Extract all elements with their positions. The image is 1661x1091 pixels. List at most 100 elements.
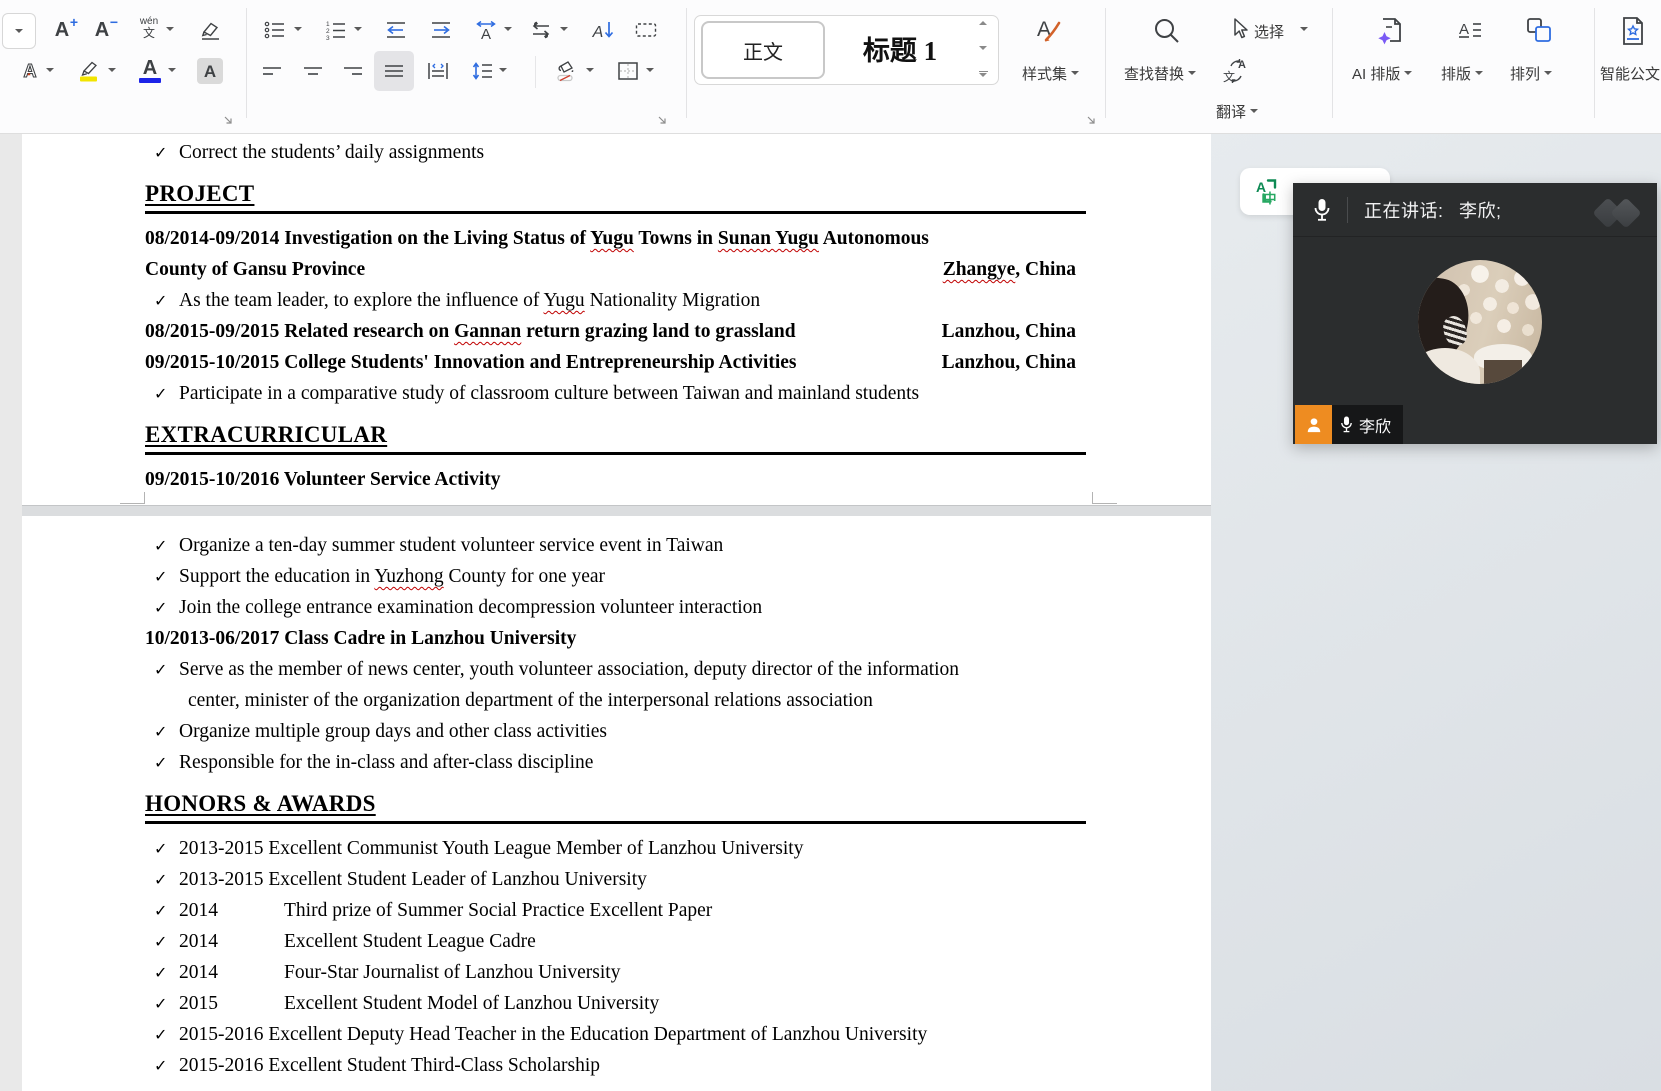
chevron-down-icon[interactable] bbox=[646, 68, 654, 72]
participant-name: 李欣 bbox=[1359, 413, 1391, 437]
smart-doc-icon bbox=[1618, 15, 1648, 47]
svg-text:A: A bbox=[592, 24, 604, 41]
doc-line-text: 08/2015-09/2015 Related research on Gann… bbox=[145, 316, 796, 347]
mini-separator bbox=[535, 56, 536, 88]
style-set-labelrow[interactable]: 样式集 bbox=[1022, 63, 1079, 83]
styles-gallery: 正文 标题 1 bbox=[694, 15, 999, 85]
highlight-color-button[interactable] bbox=[76, 58, 102, 84]
chevron-down-icon[interactable] bbox=[168, 68, 176, 72]
doc-line: ✓Correct the students’ daily assignments bbox=[145, 137, 1086, 168]
distribute-button[interactable] bbox=[425, 58, 451, 84]
scroll-up-icon[interactable] bbox=[979, 21, 987, 25]
clear-formatting-button[interactable] bbox=[197, 17, 223, 43]
justify-button[interactable] bbox=[381, 58, 407, 84]
line-spacing-button[interactable] bbox=[470, 58, 496, 84]
doc-text: 2013-2015 Excellent Student Leader of La… bbox=[179, 869, 647, 890]
translate-labelrow[interactable]: 翻译 bbox=[1216, 101, 1258, 121]
person-icon bbox=[1304, 415, 1324, 435]
chevron-down-icon[interactable] bbox=[354, 27, 362, 31]
doc-text: 08/2015-09/2015 Related research on bbox=[145, 321, 454, 342]
speaker-name: 李欣; bbox=[1459, 201, 1502, 221]
doc-line-text: 08/2014-09/2014 Investigation on the Liv… bbox=[145, 223, 929, 254]
chevron-down-icon[interactable] bbox=[108, 68, 116, 72]
borders-button[interactable] bbox=[615, 58, 641, 84]
arrange-icon bbox=[1523, 15, 1555, 47]
find-replace-labelrow[interactable]: 查找替换 bbox=[1124, 63, 1196, 83]
group-separator bbox=[246, 8, 247, 118]
doc-line: ✓Responsible for the in-class and after-… bbox=[145, 747, 1086, 778]
select-label[interactable]: 选择 bbox=[1254, 21, 1284, 42]
chevron-down-icon[interactable] bbox=[166, 27, 174, 31]
document-page-1[interactable]: ✓Correct the students’ daily assignments… bbox=[22, 133, 1211, 505]
smart-doc-button[interactable] bbox=[1618, 15, 1648, 47]
arrange-labelrow[interactable]: 排列 bbox=[1510, 63, 1552, 83]
align-center-button[interactable] bbox=[300, 58, 326, 84]
doc-line-text: Excellent Student League Cadre bbox=[284, 926, 536, 957]
dialog-launcher-icon[interactable] bbox=[658, 116, 668, 126]
ai-layout-labelrow[interactable]: AI 排版 bbox=[1352, 63, 1412, 83]
chevron-down-icon[interactable] bbox=[504, 27, 512, 31]
chevron-down-icon[interactable] bbox=[294, 27, 302, 31]
scroll-down-icon[interactable] bbox=[979, 46, 987, 50]
more-styles-icon[interactable] bbox=[979, 71, 988, 78]
collapsed-dropdown[interactable] bbox=[2, 13, 36, 49]
chevron-down-icon bbox=[1071, 71, 1079, 75]
select-button[interactable] bbox=[1228, 17, 1250, 41]
ai-layout-button[interactable] bbox=[1374, 14, 1408, 48]
character-shading-button[interactable]: A bbox=[197, 58, 223, 84]
numbered-list-button[interactable]: 1 2 3 bbox=[323, 17, 349, 43]
translate-button[interactable]: 文 A bbox=[1222, 57, 1250, 85]
shading-button[interactable] bbox=[553, 58, 579, 84]
find-replace-button[interactable] bbox=[1150, 14, 1184, 48]
chevron-down-icon[interactable] bbox=[586, 68, 594, 72]
dialog-launcher-icon[interactable] bbox=[224, 116, 234, 126]
doc-line: ✓2014Third prize of Summer Social Practi… bbox=[145, 895, 1086, 926]
doc-line-text: Correct the students’ daily assignments bbox=[179, 137, 484, 168]
align-right-button[interactable] bbox=[340, 58, 366, 84]
font-color-button[interactable]: A bbox=[137, 58, 163, 84]
character-border-button[interactable]: A bbox=[17, 58, 43, 84]
doc-text: Correct the students’ daily assignments bbox=[179, 142, 484, 163]
increase-indent-button[interactable] bbox=[428, 17, 454, 43]
chevron-down-icon[interactable] bbox=[46, 68, 54, 72]
svg-text:A: A bbox=[1459, 21, 1469, 38]
smart-doc-label: 智能公文 bbox=[1600, 63, 1660, 84]
style-heading1[interactable]: 标题 1 bbox=[835, 16, 965, 80]
style-normal[interactable]: 正文 bbox=[701, 21, 825, 79]
document-page-2[interactable]: ✓Organize a ten-day summer student volun… bbox=[22, 516, 1211, 1091]
doc-text: Organize multiple group days and other c… bbox=[179, 721, 607, 742]
doc-text: Third prize of Summer Social Practice Ex… bbox=[284, 900, 712, 921]
check-bullet-icon: ✓ bbox=[145, 285, 179, 316]
chevron-down-icon[interactable] bbox=[560, 27, 568, 31]
dialog-launcher-icon[interactable] bbox=[1087, 116, 1097, 126]
chevron-down-icon[interactable] bbox=[499, 68, 507, 72]
decrease-indent-button[interactable] bbox=[383, 17, 409, 43]
eraser-icon bbox=[198, 18, 222, 42]
swap-convert-button[interactable] bbox=[528, 17, 554, 43]
layout-button[interactable]: A bbox=[1455, 16, 1485, 46]
font-decrease-icon: A bbox=[95, 20, 109, 40]
line-spacing-icon bbox=[470, 58, 496, 84]
sort-button[interactable]: A bbox=[590, 17, 616, 43]
text-direction-button[interactable]: A bbox=[473, 17, 499, 43]
align-left-button[interactable] bbox=[259, 58, 285, 84]
video-call-panel[interactable]: 正在讲话: 李欣; 李欣 bbox=[1293, 183, 1657, 444]
font-color-bar bbox=[139, 78, 161, 83]
text-frame-button[interactable] bbox=[633, 17, 659, 43]
bullet-list-button[interactable] bbox=[262, 17, 288, 43]
doc-line: ✓2015-2016 Excellent Student Third-Class… bbox=[145, 1050, 1086, 1081]
chevron-down-icon bbox=[1188, 71, 1196, 75]
style-set-button[interactable]: A bbox=[1033, 14, 1065, 46]
doc-line: ✓Join the college entrance examination d… bbox=[145, 592, 1086, 623]
doc-line: ✓2014Excellent Student League Cadre bbox=[145, 926, 1086, 957]
chevron-down-icon[interactable] bbox=[1300, 27, 1308, 31]
doc-text: Excellent Student League Cadre bbox=[284, 931, 536, 952]
pinyin-guide-button[interactable]: wén 文 bbox=[134, 15, 164, 41]
layout-labelrow[interactable]: 排版 bbox=[1441, 63, 1483, 83]
arrange-button[interactable] bbox=[1523, 15, 1555, 47]
doc-line: 10/2013-06/2017 Class Cadre in Lanzhou U… bbox=[145, 623, 1086, 654]
smart-doc-labelrow[interactable]: 智能公文 bbox=[1600, 63, 1661, 83]
doc-text: Responsible for the in-class and after-c… bbox=[179, 752, 593, 773]
decrease-font-size-button[interactable]: A − bbox=[89, 17, 115, 43]
increase-font-size-button[interactable]: A + bbox=[49, 17, 75, 43]
